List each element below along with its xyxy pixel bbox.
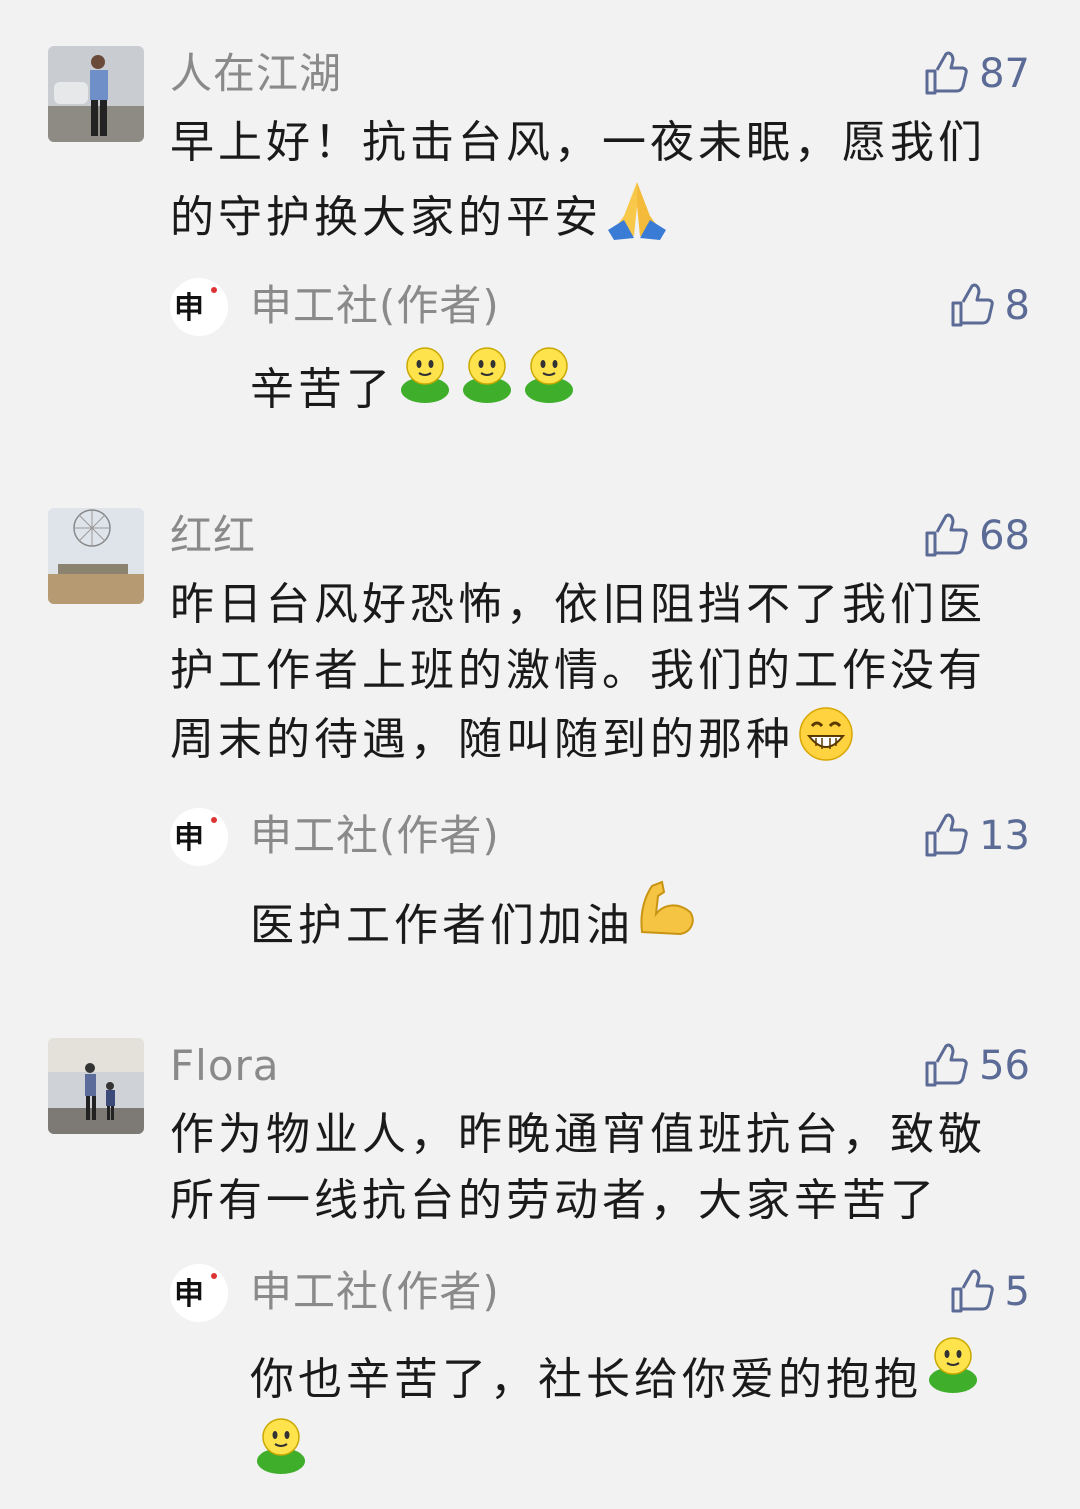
avatar[interactable] <box>48 46 144 142</box>
like-count: 8 <box>1004 283 1030 329</box>
author-avatar[interactable]: 申 <box>170 1264 228 1322</box>
like-count: 56 <box>979 1043 1030 1089</box>
comment-text-block: 早上好！抗击台风，一夜未眠，愿我们的守护换大家的平安 <box>170 110 1030 261</box>
comment-text-block: 昨日台风好恐怖，依旧阻挡不了我们医护工作者上班的激情。我们的工作没有周末的待遇，… <box>170 572 1030 783</box>
reply-text: 医护工作者们加油 <box>250 900 634 951</box>
svg-text:申: 申 <box>174 821 204 856</box>
like-count: 68 <box>979 513 1030 559</box>
thumbs-up-icon <box>949 283 995 329</box>
comment-text-block: 作为物业人，昨晚通宵值班抗台，致敬所有一线抗台的劳动者，大家辛苦了 <box>170 1102 1030 1234</box>
reply-nickname[interactable]: 申工社(作者) <box>250 808 500 864</box>
reply-nickname[interactable]: 申工社(作者) <box>250 278 500 334</box>
hug-emoji <box>250 1418 312 1486</box>
like-count: 13 <box>979 813 1030 859</box>
reply-text: 辛苦了 <box>250 364 394 415</box>
reply-text: 你也辛苦了，社长给你爱的抱抱 <box>250 1354 922 1405</box>
reply-nickname[interactable]: 申工社(作者) <box>250 1264 500 1320</box>
avatar[interactable] <box>48 508 144 604</box>
comment-nickname[interactable]: 人在江湖 <box>170 48 342 100</box>
thumbs-up-icon <box>949 1269 995 1315</box>
like-button[interactable]: 8 <box>949 280 1030 332</box>
grin-emoji <box>796 704 856 783</box>
hug-emoji <box>518 347 580 415</box>
hug-emoji <box>394 347 456 415</box>
avatar[interactable] <box>48 1038 144 1134</box>
comment-nickname[interactable]: 红红 <box>170 510 256 562</box>
like-button[interactable]: 56 <box>923 1040 1030 1092</box>
thumbs-up-icon <box>923 51 969 97</box>
hug-emoji <box>456 347 518 415</box>
author-avatar[interactable]: 申 <box>170 278 228 336</box>
like-button[interactable]: 5 <box>949 1266 1030 1318</box>
thumbs-up-icon <box>923 1043 969 1089</box>
comment-text: 作为物业人，昨晚通宵值班抗台，致敬所有一线抗台的劳动者，大家辛苦了 <box>170 1109 986 1226</box>
thumbs-up-icon <box>923 513 969 559</box>
comment-text: 昨日台风好恐怖，依旧阻挡不了我们医护工作者上班的激情。我们的工作没有周末的待遇，… <box>170 579 986 765</box>
svg-text:申: 申 <box>174 291 204 326</box>
svg-text:申: 申 <box>174 1277 204 1312</box>
like-count: 87 <box>979 51 1030 97</box>
comment-text: 早上好！抗击台风，一夜未眠，愿我们的守护换大家的平安 <box>170 117 986 243</box>
thumbs-up-icon <box>923 813 969 859</box>
reply-text-block: 医护工作者们加油 <box>250 874 1030 959</box>
comment-nickname[interactable]: Flora <box>170 1040 280 1092</box>
reply-text-block: 辛苦了 <box>250 342 1030 423</box>
flexed-biceps-emoji <box>634 880 700 951</box>
like-button[interactable]: 68 <box>923 510 1030 562</box>
reply-text-block: 你也辛苦了，社长给你爱的抱抱 <box>250 1332 1030 1494</box>
pray-emoji <box>604 176 670 261</box>
hug-emoji <box>922 1337 984 1405</box>
like-count: 5 <box>1004 1269 1030 1315</box>
like-button[interactable]: 13 <box>923 810 1030 862</box>
like-button[interactable]: 87 <box>923 48 1030 100</box>
author-avatar[interactable]: 申 <box>170 808 228 866</box>
